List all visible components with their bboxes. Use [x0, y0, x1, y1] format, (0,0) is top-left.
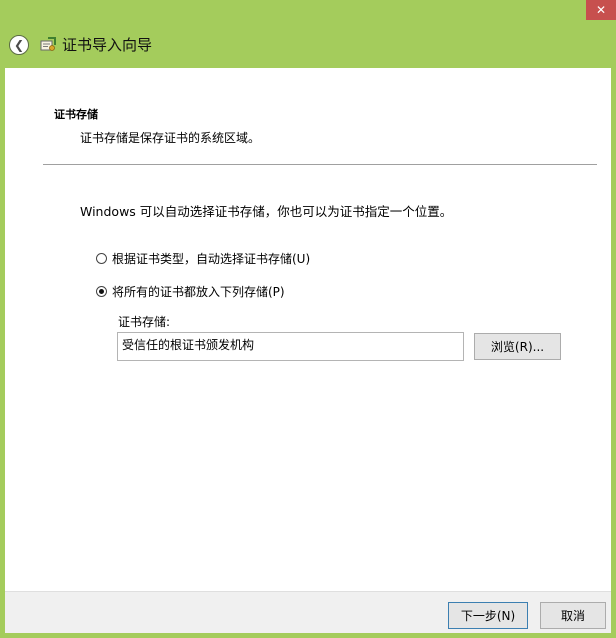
section-description: 证书存储是保存证书的系统区域。 — [80, 131, 261, 145]
title-bar: ✕ ❮ 证书导入向导 — [0, 0, 616, 68]
next-button[interactable]: 下一步(N) — [448, 602, 528, 629]
store-label: 证书存储: — [118, 315, 171, 329]
back-arrow-icon: ❮ — [13, 38, 25, 52]
certificate-store-field[interactable]: 受信任的根证书颁发机构 — [117, 332, 464, 361]
close-button[interactable]: ✕ — [586, 0, 616, 20]
radio-button[interactable] — [96, 253, 107, 264]
radio-button-selected[interactable] — [96, 286, 107, 297]
close-icon: ✕ — [595, 3, 607, 17]
radio-auto-select[interactable]: 根据证书类型，自动选择证书存储(U) — [96, 250, 310, 267]
radio-label: 将所有的证书都放入下列存储(P) — [112, 285, 285, 299]
section-title: 证书存储 — [54, 108, 98, 121]
divider — [43, 164, 597, 165]
wizard-footer: 下一步(N) 取消 — [5, 591, 611, 633]
intro-text: Windows 可以自动选择证书存储，你也可以为证书指定一个位置。 — [80, 204, 453, 219]
radio-place-in-store[interactable]: 将所有的证书都放入下列存储(P) — [96, 283, 285, 300]
wizard-title: 证书导入向导 — [62, 36, 153, 54]
cancel-button[interactable]: 取消 — [540, 602, 606, 629]
browse-button[interactable]: 浏览(R)... — [474, 333, 561, 360]
wizard-content: 证书存储 证书存储是保存证书的系统区域。 Windows 可以自动选择证书存储，… — [5, 68, 611, 591]
certificate-icon — [40, 37, 56, 51]
back-button[interactable]: ❮ — [9, 35, 29, 55]
radio-label: 根据证书类型，自动选择证书存储(U) — [112, 252, 311, 266]
